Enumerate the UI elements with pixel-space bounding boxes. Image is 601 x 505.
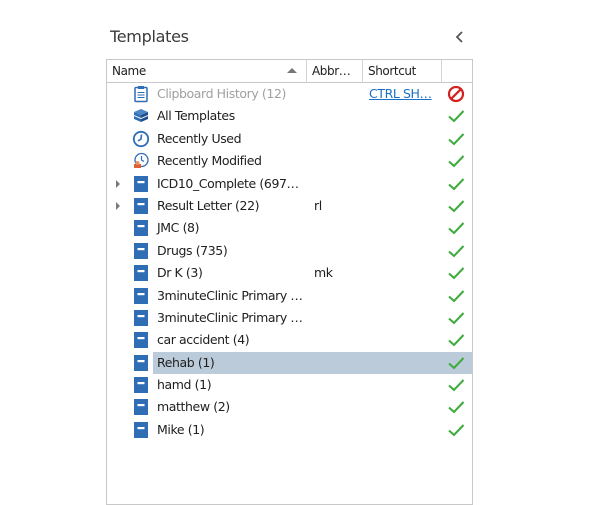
collapse-panel-button[interactable] xyxy=(453,28,467,46)
template-name: Mike (1) xyxy=(157,421,205,437)
templates-panel-title: Templates xyxy=(110,27,189,46)
disabled-icon[interactable] xyxy=(447,85,465,103)
template-row[interactable]: ICD10_Complete (697… xyxy=(107,173,472,195)
template-row[interactable]: 3minuteClinic Primary … xyxy=(107,307,472,329)
checkmark-icon[interactable] xyxy=(447,287,465,305)
template-name: 3minuteClinic Primary … xyxy=(157,309,303,325)
checkmark-icon[interactable] xyxy=(447,219,465,237)
template-row[interactable]: Recently Modified xyxy=(107,150,472,172)
column-header-abbr[interactable]: Abbr… xyxy=(307,60,363,82)
column-header-name-label: Name xyxy=(112,64,146,78)
folder-template-icon xyxy=(132,331,150,349)
column-header-abbr-label: Abbr… xyxy=(312,64,351,78)
template-row[interactable]: matthew (2) xyxy=(107,396,472,418)
folder-template-icon xyxy=(132,197,150,215)
folder-template-icon xyxy=(132,287,150,305)
template-name: Dr K (3) xyxy=(157,265,203,281)
template-row[interactable]: Rehab (1) xyxy=(107,351,472,375)
template-row[interactable]: car accident (4) xyxy=(107,329,472,351)
folder-template-icon xyxy=(132,421,150,439)
column-header-status[interactable] xyxy=(442,60,472,82)
column-header-name[interactable]: Name xyxy=(107,60,307,82)
template-name: Result Letter (22) xyxy=(157,197,260,213)
template-row[interactable]: Dr K (3) mk xyxy=(107,262,472,284)
template-row[interactable]: 3minuteClinic Primary … xyxy=(107,285,472,307)
folder-template-icon xyxy=(132,309,150,327)
checkmark-icon[interactable] xyxy=(447,107,465,125)
template-name: 3minuteClinic Primary … xyxy=(157,287,303,303)
books-icon xyxy=(132,107,150,125)
template-name: ICD10_Complete (697… xyxy=(157,175,299,191)
template-row[interactable]: All Templates xyxy=(107,105,472,127)
checkmark-icon[interactable] xyxy=(447,152,465,170)
checkmark-icon[interactable] xyxy=(447,398,465,416)
template-row[interactable]: Result Letter (22) rl xyxy=(107,195,472,217)
folder-template-icon xyxy=(132,354,150,372)
clipboard-icon xyxy=(132,85,150,103)
template-name: All Templates xyxy=(157,108,235,124)
folder-template-icon xyxy=(132,175,150,193)
template-name: matthew (2) xyxy=(157,399,230,415)
checkmark-icon[interactable] xyxy=(447,242,465,260)
clock-edit-icon xyxy=(132,152,150,170)
template-shortcut-link[interactable]: CTRL SH… xyxy=(369,86,432,101)
folder-template-icon xyxy=(132,219,150,237)
template-row[interactable]: Recently Used xyxy=(107,128,472,150)
template-name: hamd (1) xyxy=(157,377,212,393)
template-row[interactable]: JMC (8) xyxy=(107,217,472,239)
template-name: JMC (8) xyxy=(157,220,200,236)
folder-template-icon xyxy=(132,398,150,416)
checkmark-icon[interactable] xyxy=(447,197,465,215)
template-name: Rehab (1) xyxy=(157,354,215,370)
checkmark-icon[interactable] xyxy=(447,354,465,372)
checkmark-icon[interactable] xyxy=(447,421,465,439)
sort-ascending-icon xyxy=(287,68,297,73)
template-abbr: rl xyxy=(314,197,322,213)
folder-template-icon xyxy=(132,376,150,394)
column-header-shortcut-label: Shortcut xyxy=(368,64,416,78)
template-name: Drugs (735) xyxy=(157,242,228,258)
clock-icon xyxy=(132,130,150,148)
template-row[interactable]: Clipboard History (12) CTRL SH… xyxy=(107,83,472,105)
checkmark-icon[interactable] xyxy=(447,331,465,349)
chevron-left-icon xyxy=(455,31,463,43)
template-row[interactable]: Mike (1) xyxy=(107,419,472,441)
template-name: Recently Used xyxy=(157,130,242,146)
template-row[interactable]: hamd (1) xyxy=(107,374,472,396)
templates-grid[interactable]: Name Abbr… Shortcut Clipboard History (1… xyxy=(106,59,473,505)
column-header-shortcut[interactable]: Shortcut xyxy=(363,60,442,82)
grid-header: Name Abbr… Shortcut xyxy=(107,60,472,83)
template-name: Recently Modified xyxy=(157,153,262,169)
folder-template-icon xyxy=(132,242,150,260)
template-name: Clipboard History (12) xyxy=(157,86,286,101)
expand-arrow-icon[interactable] xyxy=(116,179,120,188)
expand-arrow-icon[interactable] xyxy=(116,201,120,210)
folder-template-icon xyxy=(132,264,150,282)
template-name: car accident (4) xyxy=(157,332,250,348)
template-rows: Clipboard History (12) CTRL SH… All Templa… xyxy=(107,83,472,441)
template-abbr: mk xyxy=(314,265,333,281)
checkmark-icon[interactable] xyxy=(447,130,465,148)
template-row[interactable]: Drugs (735) xyxy=(107,240,472,262)
checkmark-icon[interactable] xyxy=(447,175,465,193)
checkmark-icon[interactable] xyxy=(447,376,465,394)
checkmark-icon[interactable] xyxy=(447,264,465,282)
checkmark-icon[interactable] xyxy=(447,309,465,327)
